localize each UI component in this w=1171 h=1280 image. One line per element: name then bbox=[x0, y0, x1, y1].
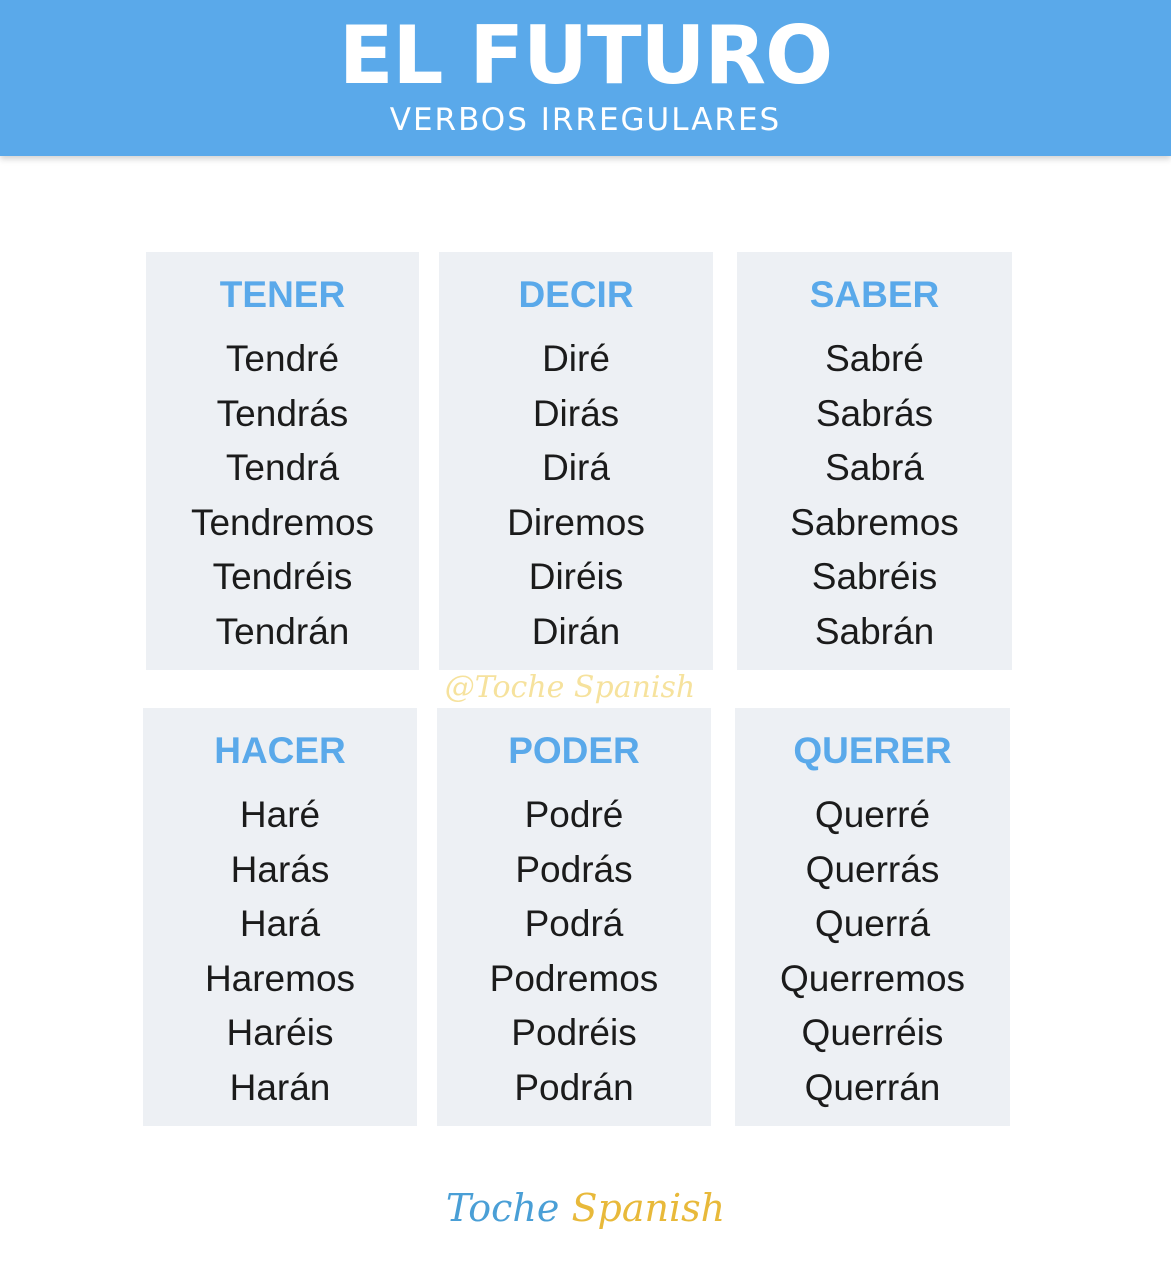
conjugation: Dirá bbox=[542, 447, 610, 489]
conjugation: Podrá bbox=[524, 903, 624, 945]
conjugation-list: Haré Harás Hará Haremos Haréis Harán bbox=[143, 788, 417, 1116]
verb-card-querer: QUERER Querré Querrás Querrá Querremos Q… bbox=[735, 708, 1010, 1126]
verb-card-hacer: HACER Haré Harás Hará Haremos Haréis Har… bbox=[143, 708, 417, 1126]
conjugation: Podrán bbox=[514, 1066, 634, 1108]
watermark: @Toche Spanish bbox=[444, 670, 696, 705]
conjugation: Querrás bbox=[805, 848, 940, 890]
verb-title: QUERER bbox=[793, 730, 952, 771]
verb-card-poder: PODER Podré Podrás Podrá Podremos Podréi… bbox=[437, 708, 711, 1126]
conjugation: Harán bbox=[229, 1066, 331, 1108]
conjugation: Podréis bbox=[511, 1012, 637, 1054]
conjugation: Diréis bbox=[528, 556, 624, 598]
conjugation-list: Sabré Sabrás Sabrá Sabremos Sabréis Sabr… bbox=[737, 332, 1012, 660]
logo-word-toche: Toche bbox=[445, 1186, 560, 1230]
conjugation: Haré bbox=[239, 794, 321, 835]
conjugation: Sabrás bbox=[815, 392, 934, 434]
verb-title: PODER bbox=[508, 730, 640, 771]
verb-card-saber: SABER Sabré Sabrás Sabrá Sabremos Sabréi… bbox=[737, 252, 1012, 670]
conjugation: Querremos bbox=[779, 957, 966, 999]
conjugation: Tendréis bbox=[212, 556, 353, 598]
page-title: EL FUTURO bbox=[338, 9, 833, 102]
conjugation: Querrá bbox=[814, 903, 931, 945]
conjugation: Querréis bbox=[801, 1012, 944, 1054]
verb-title: TENER bbox=[219, 274, 346, 315]
verb-title: DECIR bbox=[518, 274, 634, 315]
conjugation: Tendré bbox=[225, 338, 340, 379]
conjugation: Tendrán bbox=[215, 610, 350, 652]
conjugation-list: Tendré Tendrás Tendrá Tendremos Tendréis… bbox=[146, 332, 419, 660]
verb-title: HACER bbox=[214, 730, 346, 771]
conjugation: Sabremos bbox=[790, 501, 959, 543]
conjugation: Querrán bbox=[804, 1066, 941, 1108]
conjugation-list: Diré Dirás Dirá Diremos Diréis Dirán bbox=[439, 332, 713, 660]
conjugation: Diré bbox=[542, 338, 610, 379]
conjugation: Podré bbox=[524, 794, 624, 835]
logo-word-spanish: Spanish bbox=[571, 1186, 726, 1230]
conjugation: Hará bbox=[239, 903, 321, 945]
conjugation: Podrás bbox=[515, 848, 633, 890]
brand-logo: Toche Spanish bbox=[0, 1183, 1171, 1233]
conjugation: Sabréis bbox=[811, 556, 938, 598]
conjugation: Tendrás bbox=[216, 392, 349, 434]
conjugation: Sabrán bbox=[814, 610, 935, 652]
verb-title: SABER bbox=[809, 274, 940, 315]
conjugation: Dirás bbox=[532, 392, 620, 434]
verb-card-decir: DECIR Diré Dirás Dirá Diremos Diréis Dir… bbox=[439, 252, 713, 670]
conjugation: Podremos bbox=[489, 957, 659, 999]
conjugation: Harás bbox=[230, 848, 330, 890]
header-banner: EL FUTURO VERBOS IRREGULARES bbox=[0, 0, 1171, 156]
conjugation: Haréis bbox=[226, 1012, 334, 1054]
conjugation: Sabré bbox=[825, 338, 924, 379]
conjugation: Dirán bbox=[531, 610, 621, 652]
conjugation-list: Podré Podrás Podrá Podremos Podréis Podr… bbox=[437, 788, 711, 1116]
conjugation: Diremos bbox=[507, 501, 645, 543]
conjugation: Querré bbox=[814, 794, 931, 835]
conjugation: Tendrá bbox=[225, 447, 340, 489]
page-subtitle: VERBOS IRREGULARES bbox=[389, 102, 782, 138]
conjugation: Haremos bbox=[204, 957, 356, 999]
conjugation: Tendremos bbox=[190, 501, 375, 543]
conjugation: Sabrá bbox=[825, 447, 924, 489]
verb-card-tener: TENER Tendré Tendrás Tendrá Tendremos Te… bbox=[146, 252, 419, 670]
conjugation-list: Querré Querrás Querrá Querremos Querréis… bbox=[735, 788, 1010, 1116]
